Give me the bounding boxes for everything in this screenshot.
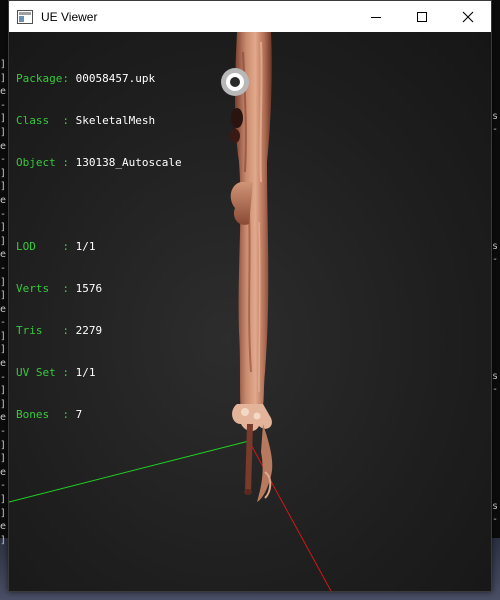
ue-viewer-window: UE Viewer Package: 00058457.upk Class: … xyxy=(8,0,492,592)
object-value: 130138_Autoscale xyxy=(75,156,182,169)
info-row-class: Class : SkeletalMesh xyxy=(16,114,182,128)
mesh-info-overlay: Package: 00058457.upk Class : SkeletalMe… xyxy=(16,44,182,450)
bones-value: 7 xyxy=(75,408,83,421)
background-console-glyphs-right: s - s - s - s - xyxy=(492,111,499,525)
axis-y-red xyxy=(248,440,332,591)
package-label: Package: xyxy=(16,72,69,85)
bones-label: Bones : xyxy=(16,408,69,421)
info-row-tris: Tris : 2279 xyxy=(16,324,182,338)
lod-label: LOD : xyxy=(16,240,69,253)
3d-viewport[interactable]: Package: 00058457.upk Class : SkeletalMe… xyxy=(9,32,491,591)
maximize-icon xyxy=(417,11,427,22)
info-row-object: Object : 130138_Autoscale xyxy=(16,156,182,170)
package-value: 00058457.upk xyxy=(75,72,156,85)
skeletal-mesh-model xyxy=(221,32,273,502)
info-row-bones: Bones : 7 xyxy=(16,408,182,422)
minimize-icon xyxy=(371,16,381,18)
window-title: UE Viewer xyxy=(41,9,98,24)
class-value: SkeletalMesh xyxy=(75,114,156,127)
verts-value: 1576 xyxy=(75,282,103,295)
close-button[interactable] xyxy=(445,1,491,32)
info-row-lod: LOD : 1/1 xyxy=(16,240,182,254)
maximize-button[interactable] xyxy=(399,1,445,32)
minimize-button[interactable] xyxy=(353,1,399,32)
class-label: Class : xyxy=(16,114,69,127)
uvset-value: 1/1 xyxy=(75,366,96,379)
uvset-label: UV Set : xyxy=(16,366,69,379)
info-spacer xyxy=(16,198,182,212)
tris-label: Tris : xyxy=(16,324,69,337)
window-icon xyxy=(17,9,33,24)
info-row-verts: Verts : 1576 xyxy=(16,282,182,296)
verts-label: Verts : xyxy=(16,282,69,295)
axis-x-green xyxy=(9,440,250,503)
title-bar[interactable]: UE Viewer xyxy=(9,1,491,32)
close-icon xyxy=(462,11,474,22)
info-row-package: Package: 00058457.upk xyxy=(16,72,182,86)
background-console-glyphs: ] ] e - ] ] e - ] ] e - ] ] e - ] ] e - … xyxy=(0,59,7,546)
info-row-uvset: UV Set : 1/1 xyxy=(16,366,182,380)
lod-value: 1/1 xyxy=(75,240,96,253)
object-label: Object : xyxy=(16,156,69,169)
tris-value: 2279 xyxy=(75,324,103,337)
